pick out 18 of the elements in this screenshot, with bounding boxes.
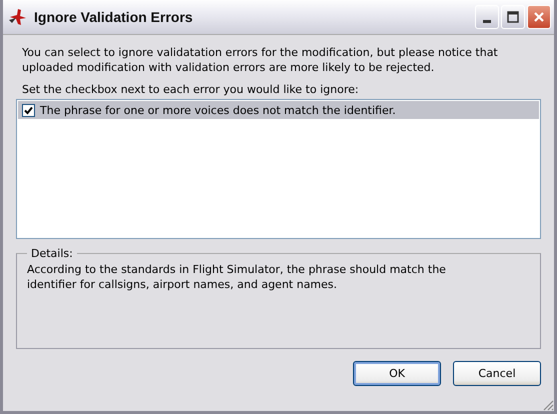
close-button[interactable]	[527, 5, 551, 29]
error-item[interactable]: The phrase for one or more voices does not match the identifier.	[18, 101, 539, 119]
details-legend: Details:	[27, 247, 77, 260]
resize-grip-icon[interactable]	[542, 399, 554, 411]
minimize-button[interactable]	[475, 5, 499, 29]
dialog-button[interactable]: Cancel	[453, 361, 541, 386]
details-text: According to the standards in Flight Simulator, the phrase should match the identifier for callsigns, airport names, and agent names.	[27, 262, 447, 292]
intro-text: You can select to ignore validatation errors for the modification, but please notice that uploaded modification with validation errors are more likely to be rejected.	[22, 45, 499, 75]
list-label: Set the checkbox next to each error you would like to ignore:	[22, 83, 360, 96]
maximize-button[interactable]	[501, 5, 525, 29]
error-text: The phrase for one or more voices does not match the identifier.	[40, 104, 396, 116]
minimize-icon	[483, 20, 491, 22]
bird-icon	[8, 8, 28, 26]
dialog-button[interactable]: OK	[353, 361, 441, 386]
window-title: Ignore Validation Errors	[34, 9, 194, 25]
checkbox[interactable]	[22, 104, 35, 116]
close-icon	[533, 11, 545, 23]
maximize-icon	[507, 11, 519, 23]
